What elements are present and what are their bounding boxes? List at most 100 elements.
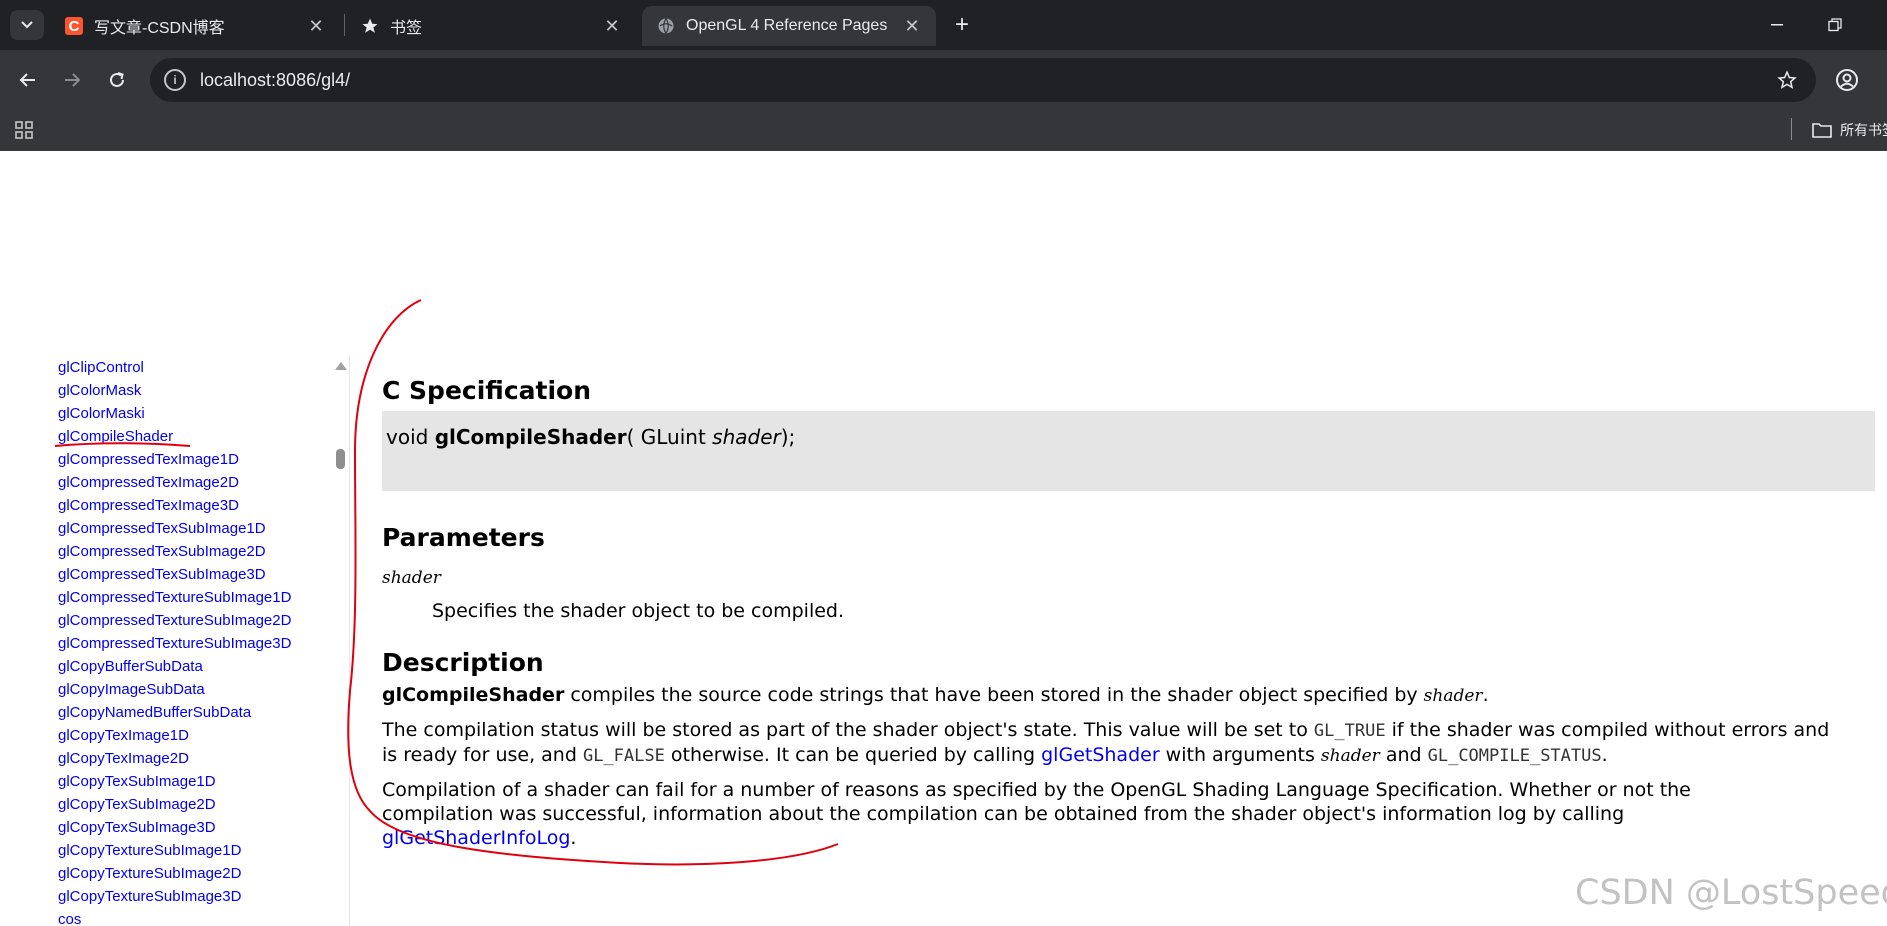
scroll-up-arrow-icon[interactable] (335, 362, 347, 370)
scroll-thumb[interactable] (336, 449, 345, 469)
site-info-icon[interactable]: i (164, 69, 186, 91)
constant-ref: GL_COMPILE_STATUS (1427, 746, 1602, 766)
sidebar-scrollbar[interactable] (333, 356, 349, 926)
apps-grid-icon[interactable] (14, 120, 34, 140)
profile-icon (1836, 69, 1858, 91)
index-link[interactable]: glCopyImageSubData (58, 678, 338, 701)
restore-button[interactable] (1815, 10, 1855, 40)
chevron-down-icon (21, 21, 33, 29)
return-type: void (386, 425, 435, 449)
close-icon[interactable]: ✕ (600, 14, 624, 38)
description-paragraph-3: Compilation of a shader can fail for a n… (382, 778, 1802, 850)
glgetshader-link[interactable]: glGetShader (1041, 744, 1160, 766)
index-link[interactable]: glColorMaski (58, 402, 338, 425)
index-link[interactable]: glCompressedTextureSubImage2D (58, 609, 338, 632)
back-button[interactable] (10, 62, 46, 98)
bookmark-star-icon[interactable] (1772, 65, 1802, 95)
function-name: glCompileShader (434, 425, 627, 449)
globe-icon (656, 16, 676, 36)
text-span: with arguments (1159, 744, 1321, 766)
index-link-current[interactable]: glCompileShader (58, 425, 338, 448)
tab-title: 写文章-CSDN博客 (94, 20, 225, 37)
index-link[interactable]: glCopyTextureSubImage1D (58, 839, 338, 862)
synopsis-semicolon: ; (788, 425, 796, 449)
synopsis-open: ( GLuint (626, 425, 713, 449)
tab-search-button[interactable] (10, 10, 44, 40)
index-link[interactable]: glCopyNamedBufferSubData (58, 701, 338, 724)
text-span: Compilation of a shader can fail for a n… (382, 779, 1691, 825)
synopsis-close: ) (780, 425, 789, 449)
text-span: compiles the source code strings that ha… (564, 684, 1424, 706)
tab-divider (344, 14, 345, 36)
parameters-heading: Parameters (382, 523, 545, 552)
function-name: glCompileShader (382, 684, 565, 706)
index-link[interactable]: glCompressedTexSubImage2D (58, 540, 338, 563)
close-icon[interactable]: ✕ (900, 14, 924, 38)
new-tab-button[interactable]: + (947, 10, 977, 40)
tab-title: OpenGL 4 Reference Pages (686, 17, 888, 34)
function-index-list[interactable]: glClipControl glColorMask glColorMaski g… (58, 356, 338, 926)
index-link[interactable]: glCompressedTexImage2D (58, 471, 338, 494)
index-link[interactable]: glCopyTexImage1D (58, 724, 338, 747)
tab-title: 书签 (390, 20, 423, 37)
description-paragraph-1: glCompileShader compiles the source code… (382, 683, 1882, 708)
folder-icon (1812, 123, 1832, 138)
index-link[interactable]: glCompressedTexImage3D (58, 494, 338, 517)
constant-ref: GL_FALSE (582, 746, 665, 766)
profile-button[interactable] (1831, 64, 1863, 96)
minimize-button[interactable] (1757, 10, 1797, 40)
url-text[interactable]: localhost:8086/gl4/ (200, 70, 1772, 91)
index-link[interactable]: glCopyTexSubImage2D (58, 793, 338, 816)
watermark: CSDN @LostSpeed (1575, 873, 1887, 913)
index-link[interactable]: glCopyTexImage2D (58, 747, 338, 770)
forward-button[interactable] (54, 62, 90, 98)
description-heading: Description (382, 648, 544, 677)
param-term: shader (382, 568, 441, 588)
param-ref: shader (1423, 686, 1483, 706)
arrow-left-icon (19, 73, 35, 87)
restore-icon (1828, 18, 1842, 32)
tab-opengl-reference[interactable]: OpenGL 4 Reference Pages ✕ (642, 6, 936, 46)
constant-ref: GL_TRUE (1313, 721, 1386, 741)
close-icon[interactable]: ✕ (304, 14, 328, 38)
csdn-icon: C (64, 16, 84, 36)
bookmarks-bar: 所有书签 (0, 110, 1887, 151)
reference-content: C Specification void glCompileShader( GL… (382, 376, 1882, 850)
text-span: . (570, 827, 577, 849)
index-link[interactable]: cos (58, 908, 338, 926)
function-synopsis: void glCompileShader( GLuint shader); (382, 411, 1875, 491)
index-link[interactable]: glCompressedTextureSubImage3D (58, 632, 338, 655)
index-link[interactable]: glClipControl (58, 356, 338, 379)
index-link[interactable]: glCompressedTextureSubImage1D (58, 586, 338, 609)
sidebar-divider (349, 356, 350, 926)
synopsis-param: shader (712, 425, 781, 449)
text-span: . (1482, 684, 1489, 706)
index-link[interactable]: glCompressedTexImage1D (58, 448, 338, 471)
text-span: The compilation status will be stored as… (382, 719, 1314, 741)
bookmark-folder-label: 所有书签 (1840, 122, 1887, 138)
index-link[interactable]: glCompressedTexSubImage1D (58, 517, 338, 540)
index-link[interactable]: glCopyTextureSubImage3D (58, 885, 338, 908)
tab-bookmarks[interactable]: 书签 ✕ (346, 6, 636, 46)
text-span: and (1379, 744, 1428, 766)
index-link[interactable]: glCopyTexSubImage1D (58, 770, 338, 793)
param-description: Specifies the shader object to be compil… (432, 600, 845, 622)
arrow-right-icon (65, 73, 81, 87)
index-link[interactable]: glCopyTexSubImage3D (58, 816, 338, 839)
tab-strip: C 写文章-CSDN博客 ✕ 书签 ✕ OpenGL 4 Reference P… (0, 0, 1887, 50)
index-link[interactable]: glCompressedTexSubImage3D (58, 563, 338, 586)
index-link[interactable]: glCopyTextureSubImage2D (58, 862, 338, 885)
all-bookmarks-folder[interactable]: 所有书签 (1812, 118, 1887, 142)
c-specification-heading: C Specification (382, 376, 592, 405)
index-link[interactable]: glCopyBufferSubData (58, 655, 338, 678)
address-bar[interactable]: i localhost:8086/gl4/ (150, 58, 1816, 102)
index-link[interactable]: glColorMask (58, 379, 338, 402)
star-icon (360, 16, 380, 36)
text-span: . (1601, 744, 1608, 766)
bookmark-divider (1791, 118, 1792, 140)
page-viewport: glClipControl glColorMask glColorMaski g… (0, 151, 1887, 926)
glgetshaderinfolog-link[interactable]: glGetShaderInfoLog (382, 827, 570, 849)
reload-button[interactable] (99, 62, 135, 98)
param-ref: shader (1320, 746, 1380, 766)
tab-csdn[interactable]: C 写文章-CSDN博客 ✕ (50, 6, 340, 46)
